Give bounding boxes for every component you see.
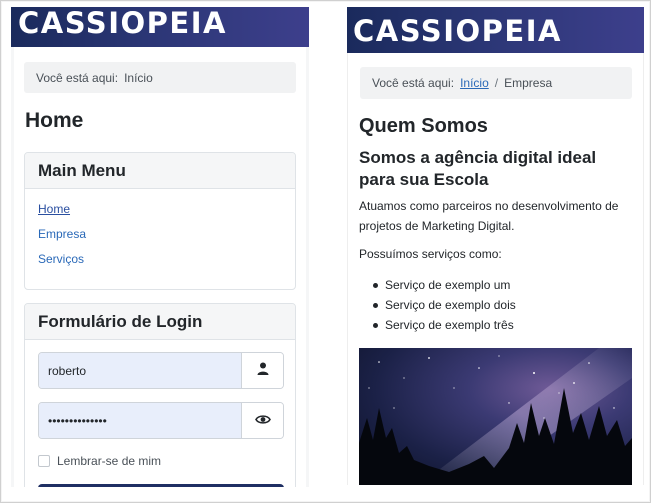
article-paragraph: Possuímos serviços como: bbox=[359, 247, 502, 261]
breadcrumb: Você está aqui: Início bbox=[24, 62, 296, 93]
user-icon-addon bbox=[241, 353, 283, 388]
home-page-panel: CASSIOPEIA Você está aqui: Início Home M… bbox=[11, 7, 309, 487]
breadcrumb-separator: / bbox=[494, 76, 499, 90]
menu-link-servicos[interactable]: Serviços bbox=[38, 252, 84, 266]
breadcrumb-home-link[interactable]: Início bbox=[460, 76, 489, 90]
user-icon bbox=[257, 362, 269, 380]
services-list: Serviço de exemplo um Serviço de exemplo… bbox=[373, 275, 516, 335]
password-field-group bbox=[38, 402, 284, 439]
menu-link-empresa[interactable]: Empresa bbox=[38, 227, 86, 241]
menu-item-servicos: Serviços bbox=[38, 252, 295, 277]
milky-way-image bbox=[359, 348, 632, 485]
show-password-button[interactable] bbox=[241, 403, 283, 438]
breadcrumb-current: Empresa bbox=[504, 76, 553, 90]
list-item: Serviço de exemplo dois bbox=[373, 295, 516, 315]
remember-me-label[interactable]: Lembrar-se de mim bbox=[57, 454, 161, 468]
remember-me-checkbox[interactable] bbox=[38, 455, 50, 467]
main-menu-module: Main Menu Home Empresa Serviços bbox=[24, 152, 296, 290]
login-title: Formulário de Login bbox=[25, 304, 295, 340]
menu-item-home: Home bbox=[38, 202, 295, 227]
article-subtitle: Somos a agência digital ideal para sua E… bbox=[359, 148, 597, 189]
article-title: Quem Somos bbox=[359, 115, 488, 137]
site-header: CASSIOPEIA bbox=[347, 7, 644, 53]
article-paragraph: Atuamos como parceiros no desenvolviment… bbox=[359, 199, 619, 233]
site-logo[interactable]: CASSIOPEIA bbox=[353, 15, 562, 47]
breadcrumb-current: Início bbox=[124, 70, 153, 85]
site-logo[interactable]: CASSIOPEIA bbox=[18, 7, 227, 39]
breadcrumb-prefix: Você está aqui: bbox=[36, 70, 119, 85]
site-header: CASSIOPEIA bbox=[11, 7, 309, 47]
username-input[interactable] bbox=[39, 353, 241, 388]
breadcrumb-prefix: Você está aqui: bbox=[372, 76, 455, 90]
menu-item-empresa: Empresa bbox=[38, 227, 295, 252]
username-field-group bbox=[38, 352, 284, 389]
list-item: Serviço de exemplo três bbox=[373, 315, 516, 335]
main-menu-title: Main Menu bbox=[25, 153, 295, 189]
page-title: Home bbox=[25, 109, 84, 132]
login-button[interactable] bbox=[38, 484, 284, 487]
empresa-page-panel: CASSIOPEIA Você está aqui: Início / Empr… bbox=[347, 7, 644, 485]
menu-link-home[interactable]: Home bbox=[38, 202, 70, 216]
eye-icon bbox=[254, 412, 271, 430]
main-menu-list: Home Empresa Serviços bbox=[25, 189, 295, 277]
login-module: Formulário de Login Lembrar-se de mim bbox=[24, 303, 296, 487]
remember-me: Lembrar-se de mim bbox=[38, 454, 161, 468]
password-input[interactable] bbox=[39, 403, 241, 438]
list-item: Serviço de exemplo um bbox=[373, 275, 516, 295]
breadcrumb: Você está aqui: Início / Empresa bbox=[360, 67, 632, 99]
